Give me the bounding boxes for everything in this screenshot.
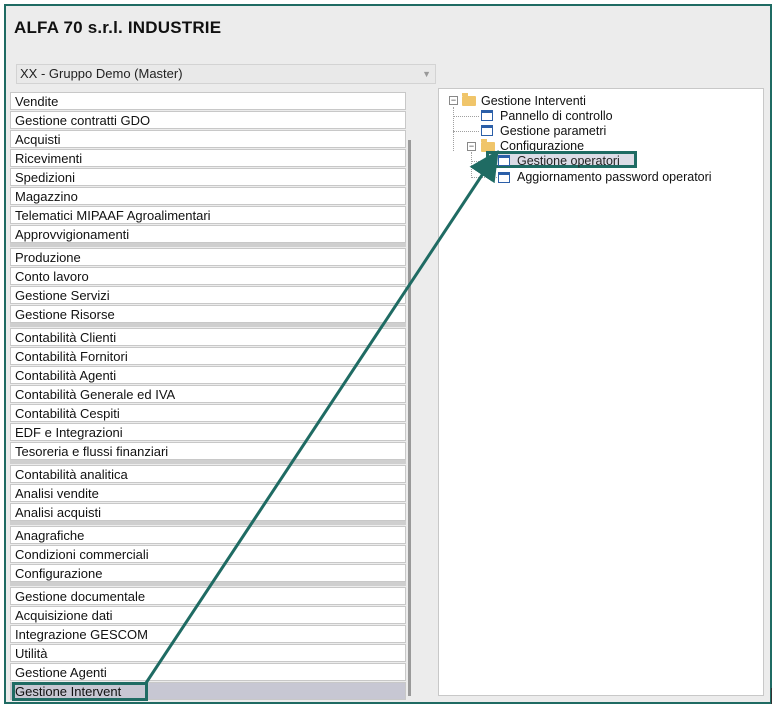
menu-item-vendite[interactable]: Vendite bbox=[10, 92, 406, 110]
menu-item-magazzino[interactable]: Magazzino bbox=[10, 187, 406, 205]
menu-item-contabilita-fornitori[interactable]: Contabilità Fornitori bbox=[10, 347, 406, 365]
divider bbox=[771, 688, 772, 704]
group-separator bbox=[10, 460, 406, 464]
tree-line bbox=[453, 107, 454, 151]
menu-item-telematici-mipaaf[interactable]: Telematici MIPAAF Agroalimentari bbox=[10, 206, 406, 224]
module-menu: Vendite Gestione contratti GDO Acquisti … bbox=[10, 84, 419, 700]
menu-item-gestione-contratti-gdo[interactable]: Gestione contratti GDO bbox=[10, 111, 406, 129]
menu-item-analisi-acquisti[interactable]: Analisi acquisti bbox=[10, 503, 406, 521]
menu-item-integrazione-gescom[interactable]: Integrazione GESCOM bbox=[10, 625, 406, 643]
tree-line bbox=[453, 131, 479, 132]
group-separator bbox=[10, 521, 406, 525]
company-select-value: XX - Gruppo Demo (Master) bbox=[20, 66, 183, 81]
window-icon bbox=[498, 155, 510, 166]
tree-node-pannello-controllo[interactable]: Pannello di controllo bbox=[500, 109, 613, 123]
tree-node-gestione-operatori[interactable]: Gestione operatori bbox=[517, 154, 620, 168]
tree-node-gestione-interventi[interactable]: Gestione Interventi bbox=[481, 94, 586, 108]
window-icon bbox=[481, 125, 493, 136]
menu-item-contabilita-clienti[interactable]: Contabilità Clienti bbox=[10, 328, 406, 346]
left-scrollbar[interactable] bbox=[408, 140, 411, 696]
menu-item-analisi-vendite[interactable]: Analisi vendite bbox=[10, 484, 406, 502]
group-separator bbox=[10, 323, 406, 327]
menu-item-utilita[interactable]: Utilità bbox=[10, 644, 406, 662]
company-select[interactable]: XX - Gruppo Demo (Master) ▼ bbox=[16, 64, 436, 84]
menu-item-contabilita-cespiti[interactable]: Contabilità Cespiti bbox=[10, 404, 406, 422]
collapse-icon[interactable]: − bbox=[449, 96, 458, 105]
menu-item-gestione-agenti[interactable]: Gestione Agenti bbox=[10, 663, 406, 681]
menu-item-tesoreria[interactable]: Tesoreria e flussi finanziari bbox=[10, 442, 406, 460]
collapse-icon[interactable]: − bbox=[467, 142, 476, 151]
menu-item-gestione-documentale[interactable]: Gestione documentale bbox=[10, 587, 406, 605]
menu-item-gestione-servizi[interactable]: Gestione Servizi bbox=[10, 286, 406, 304]
menu-item-contabilita-generale-iva[interactable]: Contabilità Generale ed IVA bbox=[10, 385, 406, 403]
menu-item-conto-lavoro[interactable]: Conto lavoro bbox=[10, 267, 406, 285]
group-separator bbox=[10, 243, 406, 247]
menu-item-ricevimenti[interactable]: Ricevimenti bbox=[10, 149, 406, 167]
group-separator bbox=[10, 582, 406, 586]
menu-item-edf-integrazioni[interactable]: EDF e Integrazioni bbox=[10, 423, 406, 441]
menu-item-condizioni-commerciali[interactable]: Condizioni commerciali bbox=[10, 545, 406, 563]
tree-node-aggiornamento-password[interactable]: Aggiornamento password operatori bbox=[517, 170, 712, 184]
menu-item-spedizioni[interactable]: Spedizioni bbox=[10, 168, 406, 186]
menu-item-gestione-risorse[interactable]: Gestione Risorse bbox=[10, 305, 406, 323]
app-title: ALFA 70 s.r.l. INDUSTRIE bbox=[14, 18, 222, 37]
menu-item-acquisizione-dati[interactable]: Acquisizione dati bbox=[10, 606, 406, 624]
folder-icon bbox=[462, 93, 476, 106]
menu-item-contabilita-analitica[interactable]: Contabilità analitica bbox=[10, 465, 406, 483]
tree-line bbox=[471, 152, 472, 178]
menu-item-produzione[interactable]: Produzione bbox=[10, 248, 406, 266]
selection-callout-box bbox=[12, 682, 148, 701]
tree-node-gestione-parametri[interactable]: Gestione parametri bbox=[500, 124, 606, 138]
menu-item-configurazione[interactable]: Configurazione bbox=[10, 564, 406, 582]
tree-line bbox=[453, 116, 479, 117]
menu-item-anagrafiche[interactable]: Anagrafiche bbox=[10, 526, 406, 544]
menu-item-contabilita-agenti[interactable]: Contabilità Agenti bbox=[10, 366, 406, 384]
window-icon bbox=[481, 110, 493, 121]
menu-item-acquisti[interactable]: Acquisti bbox=[10, 130, 406, 148]
tree-line bbox=[471, 177, 497, 178]
window-icon bbox=[498, 172, 510, 183]
menu-item-approvvigionamenti[interactable]: Approvvigionamenti bbox=[10, 225, 406, 243]
chevron-down-icon[interactable]: ▼ bbox=[422, 65, 431, 83]
